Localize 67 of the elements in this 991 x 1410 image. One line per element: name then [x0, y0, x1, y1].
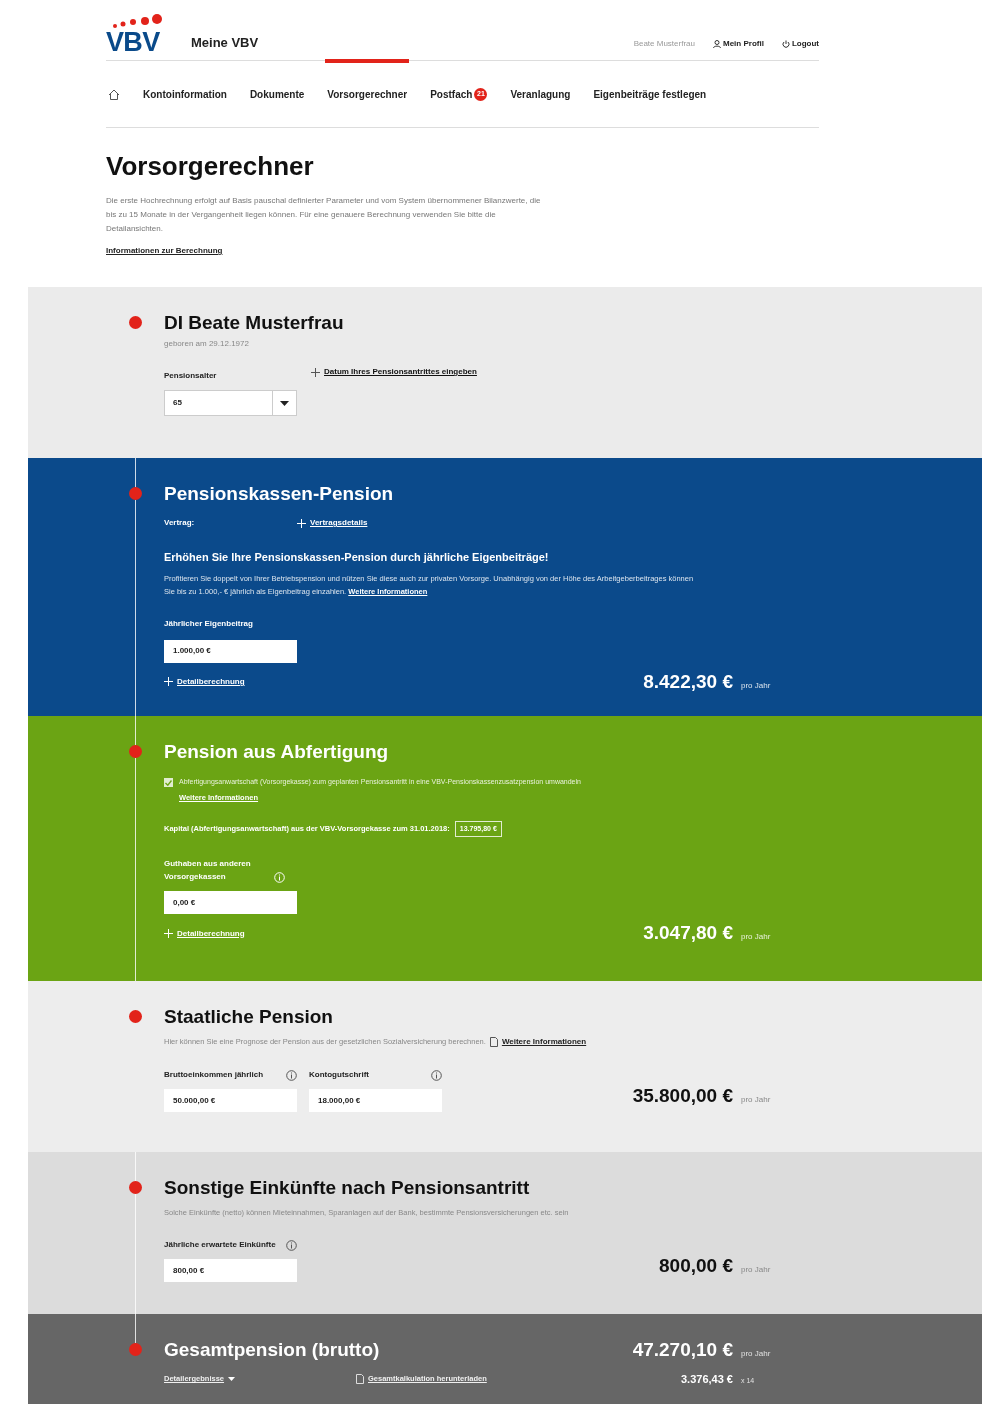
- home-icon: [108, 88, 120, 100]
- check-icon: [165, 779, 172, 786]
- age-dropdown[interactable]: 65: [164, 390, 297, 416]
- amount-unit: pro Jahr: [741, 1263, 772, 1276]
- detail-link[interactable]: Datum Ihres Pensionsantrittes eingeben: [324, 366, 477, 378]
- nav-tab[interactable]: Eigenbeiträge festlegen: [591, 61, 709, 127]
- user-name: Beate Musterfrau: [633, 38, 695, 50]
- detail-link[interactable]: Detailberechnung: [177, 675, 245, 688]
- amount-unit: pro Jahr: [741, 1093, 772, 1106]
- info-link[interactable]: Informationen zur Berechnung: [106, 245, 223, 257]
- amount-value: 3.047,80 €: [643, 921, 733, 946]
- nav-tab[interactable]: Vorsorgerechner: [325, 59, 410, 125]
- amount-value: 8.422,30 €: [643, 669, 733, 694]
- logo-dots-icon: [112, 14, 164, 30]
- power-icon: [781, 40, 790, 48]
- section-title: Staatliche Pension: [164, 1005, 334, 1029]
- promo-title: Erhöhen Sie Ihre Pensionskassen-Pension durch jährliche Eigenbeiträge!: [164, 550, 550, 565]
- plus-icon: [164, 677, 173, 687]
- info-icon: [286, 1240, 297, 1252]
- plus-icon: [164, 929, 173, 938]
- header-link[interactable]: Mein Profil: [713, 38, 764, 50]
- field-label: Jährlicher Eigenbeitrag: [164, 617, 254, 630]
- monthly-amount: 3.376,43 €: [681, 1371, 733, 1387]
- info-link[interactable]: Weitere Informationen: [501, 1036, 587, 1048]
- field-label: Pensionsalter: [164, 370, 218, 382]
- amount-value: 800,00 €: [659, 1253, 733, 1278]
- input-field[interactable]: 0,00 €: [164, 891, 297, 915]
- contract-label: Vertrag:: [164, 517, 196, 529]
- section-title: Gesamtpension (brutto): [164, 1338, 380, 1363]
- amount-unit: pro Jahr: [741, 679, 772, 692]
- info-icon: [286, 1070, 297, 1081]
- nav-tab[interactable]: Veranlagung: [508, 61, 573, 127]
- field-label: Guthaben aus anderen Vorsorgekassen: [164, 858, 252, 884]
- detail-link[interactable]: Vertragsdetails: [310, 517, 368, 529]
- logo-wordmark[interactable]: VBV: [106, 28, 160, 56]
- amount-value: 35.800,00 €: [632, 1083, 733, 1108]
- header-link[interactable]: Logout: [781, 38, 819, 50]
- plus-icon: [311, 367, 320, 377]
- section-title: DI Beate Musterfrau: [164, 311, 345, 335]
- field-label: Bruttoeinkommen jährlich: [164, 1069, 265, 1081]
- input-field[interactable]: 50.000,00 €: [164, 1089, 297, 1112]
- intro-text: Die erste Hochrechnung erfolgt auf Basis pauschal definierter Parameter und vom System übernommener Bilanzwerte, die bis zu 15 Monate in der Vergangenheit liegen können. Für eine genauere Berechnung verwenden Sie bitte die Detailansichten.: [106, 195, 542, 235]
- plus-icon: [297, 518, 306, 528]
- section-title: Pension aus Abfertigung: [164, 740, 390, 764]
- input-field[interactable]: 18.000,00 €: [309, 1089, 442, 1112]
- info-icon: [274, 872, 285, 884]
- caret-icon: [228, 1376, 236, 1381]
- caret-icon: [280, 400, 289, 406]
- nav-tab[interactable]: Kontoinformation: [141, 61, 229, 127]
- birth-date: geboren am 29.12.1972: [164, 338, 250, 350]
- section-title: Sonstige Einkünfte nach Pensionsantritt: [164, 1176, 531, 1200]
- nav-tab[interactable]: Dokumente: [247, 61, 307, 127]
- section-title: Pensionskassen-Pension: [164, 482, 395, 506]
- amount-value: 47.270,10 €: [632, 1338, 733, 1362]
- document-icon: [489, 1037, 498, 1047]
- amount-unit: pro Jahr: [741, 1348, 772, 1360]
- amount-unit: pro Jahr: [741, 931, 772, 944]
- person-icon: [713, 40, 721, 48]
- checkbox[interactable]: [164, 778, 173, 787]
- info-icon: [431, 1070, 442, 1081]
- document-icon: [356, 1373, 364, 1384]
- page-title: Vorsorgerechner: [106, 150, 315, 182]
- app-title: Meine VBV: [191, 33, 259, 52]
- input-field[interactable]: 1.000,00 €: [164, 639, 297, 663]
- field-label: Kontogutschrift: [309, 1069, 370, 1081]
- input-field[interactable]: 800,00 €: [164, 1259, 297, 1283]
- field-label: Jährliche erwartete Einkünfte: [164, 1239, 277, 1252]
